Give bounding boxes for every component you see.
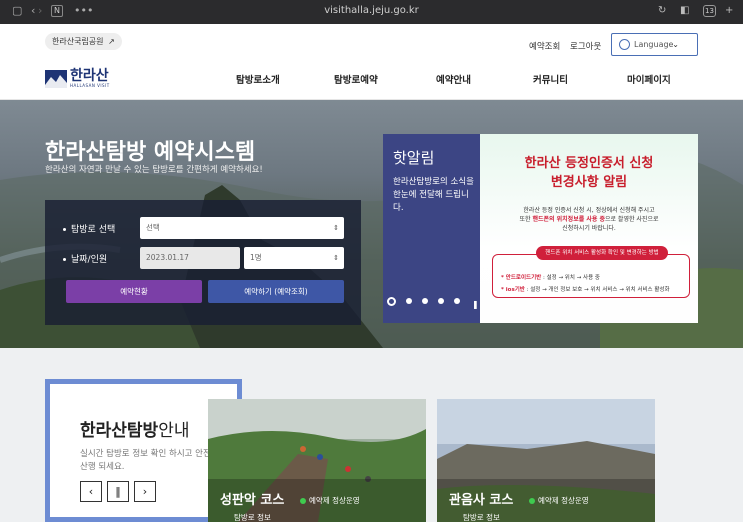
date-people-label: 날짜/인원 bbox=[63, 252, 107, 265]
select-arrows-icon: ⇕ bbox=[333, 224, 339, 232]
nav-mypage[interactable]: 마이페이지 bbox=[627, 72, 671, 86]
external-link-icon: ↗ bbox=[108, 37, 115, 46]
banner-instruction-box: * 안드로이드기반 : 설정 → 위치 → 사용 중 * ios기반 : 설정 … bbox=[492, 254, 690, 298]
banner-pill: 핸드폰 위치 서비스 활성화 확인 및 변경하는 방법 bbox=[536, 246, 668, 260]
people-value: 1명 bbox=[250, 253, 262, 262]
pager-dot[interactable] bbox=[406, 298, 412, 304]
banner-title-line1: 한라산 등정인증서 신청 bbox=[524, 156, 654, 171]
browser-toolbar: ▢ ‹ › N ••• visithalla.jeju.go.kr ↻ ◧ 13… bbox=[0, 0, 743, 24]
course-card-seongpanak[interactable]: 성판악 코스 예약제 정상운영 탐방로 정보 bbox=[208, 399, 426, 522]
prev-button[interactable]: ‹ bbox=[80, 481, 102, 502]
trail-select-label: 탐방로 선택 bbox=[63, 222, 115, 235]
notice-title: 핫알림 bbox=[393, 149, 435, 167]
banner-text-line1: 한라산 등정 인증서 신청 시, 정상에서 신청해 주시고 bbox=[523, 207, 655, 214]
status-dot-icon bbox=[529, 498, 535, 504]
split-view-icon[interactable]: ◧ bbox=[680, 5, 689, 16]
tab-count-icon[interactable]: 13 bbox=[703, 5, 716, 17]
date-field[interactable]: 2023.01.17 bbox=[140, 247, 240, 269]
date-value: 2023.01.17 bbox=[146, 253, 189, 262]
banner-text-line3: 신청하시기 바랍니다. bbox=[562, 225, 616, 232]
trail-select[interactable]: 선택 ⇕ bbox=[140, 217, 344, 239]
trail-guide-section: 한라산탐방안내 실시간 탐방로 정보 확인 하시고 안전한 산행 되세요. ‹ … bbox=[0, 348, 743, 522]
notice-description: 한라산탐방로의 소식을 한눈에 전달해 드립니다. bbox=[393, 177, 474, 213]
globe-icon bbox=[619, 39, 630, 50]
chevron-down-icon: ⌄ bbox=[672, 40, 679, 49]
national-park-label: 한라산국립공원 bbox=[52, 37, 104, 46]
nav-trail-reservation[interactable]: 탐방로예약 bbox=[334, 72, 378, 86]
pause-button[interactable]: ‖ bbox=[107, 481, 129, 502]
national-park-link[interactable]: 한라산국립공원 ↗ bbox=[45, 33, 122, 50]
reserve-button[interactable]: 예약하기 (예약조회) bbox=[208, 280, 344, 303]
select-arrows-icon: ⇕ bbox=[333, 254, 339, 262]
reservation-check-link[interactable]: 예약조회 bbox=[529, 40, 560, 52]
logout-link[interactable]: 로그아웃 bbox=[570, 40, 601, 52]
pager-dot[interactable] bbox=[387, 296, 396, 306]
banner-text-line2: 또한 핸드폰의 위치정보를 사용 중으로 촬영한 사진으로 bbox=[519, 216, 659, 223]
site-logo[interactable]: 한라산 HALLASAN VISIT bbox=[45, 68, 113, 90]
logo-subtext: HALLASAN VISIT bbox=[70, 83, 110, 88]
trail-select-value: 선택 bbox=[146, 223, 160, 232]
reload-icon[interactable]: ↻ bbox=[658, 5, 666, 16]
android-instruction: * 안드로이드기반 : 설정 → 위치 → 사용 중 bbox=[501, 275, 600, 281]
banner-title-line2: 변경사항 알림 bbox=[550, 175, 628, 190]
nav-community[interactable]: 커뮤니티 bbox=[533, 72, 568, 86]
notice-banner[interactable]: 한라산 등정인증서 신청 변경사항 알림 한라산 등정 인증서 신청 시, 정상… bbox=[480, 134, 698, 323]
course-status: 예약제 정상운영 bbox=[300, 495, 360, 506]
address-bar[interactable]: visithalla.jeju.go.kr bbox=[0, 5, 743, 16]
nav-reservation-guide[interactable]: 예약안내 bbox=[436, 72, 471, 86]
course-name: 성판악 코스 bbox=[220, 493, 285, 508]
banner-paragraph: 한라산 등정 인증서 신청 시, 정상에서 신청해 주시고 또한 핸드폰의 위치… bbox=[490, 206, 688, 233]
logo-text: 한라산 bbox=[70, 68, 109, 84]
pager-dot[interactable] bbox=[438, 298, 444, 304]
language-select[interactable]: Language ⌄ bbox=[611, 33, 698, 56]
next-button[interactable]: › bbox=[134, 481, 156, 502]
site-header: 한라산국립공원 ↗ 예약조회 로그아웃 Language ⌄ 한라산 HALLA… bbox=[0, 24, 743, 100]
course-card-gwaneumsa[interactable]: 관음사 코스 예약제 정상운영 탐방로 정보 bbox=[437, 399, 655, 522]
guide-title: 한라산탐방안내 bbox=[80, 421, 190, 441]
ios-instruction: * ios기반 : 설정 → 개인 정보 보호 → 위치 서비스 → 위치 서비… bbox=[501, 287, 670, 293]
course-name: 관음사 코스 bbox=[449, 493, 514, 508]
people-select[interactable]: 1명 ⇕ bbox=[244, 247, 344, 269]
course-status: 예약제 정상운영 bbox=[529, 495, 589, 506]
reservation-form: 탐방로 선택 선택 ⇕ 날짜/인원 2023.01.17 1명 ⇕ 예약현황 예… bbox=[45, 200, 361, 325]
nav-trail-intro[interactable]: 탐방로소개 bbox=[236, 72, 280, 86]
reservation-status-button[interactable]: 예약현황 bbox=[66, 280, 202, 303]
language-label: Language bbox=[634, 40, 674, 49]
pager-dot[interactable] bbox=[454, 298, 460, 304]
hot-notice-panel: 핫알림 한라산탐방로의 소식을 한눈에 전달해 드립니다. ❚❚ bbox=[383, 134, 485, 323]
course-more[interactable]: 탐방로 정보 bbox=[463, 512, 500, 522]
pager-dot[interactable] bbox=[422, 298, 428, 304]
guide-description: 실시간 탐방로 정보 확인 하시고 안전한 산행 되세요. bbox=[80, 449, 219, 472]
hero-section: 한라산탐방 예약시스템 한라산의 자연과 만날 수 있는 탐방로를 간편하게 예… bbox=[0, 100, 743, 348]
new-tab-icon[interactable]: + bbox=[725, 5, 733, 16]
status-dot-icon bbox=[300, 498, 306, 504]
hero-subtitle: 한라산의 자연과 만날 수 있는 탐방로를 간편하게 예약하세요! bbox=[45, 165, 263, 175]
course-more[interactable]: 탐방로 정보 bbox=[234, 512, 271, 522]
hero-title: 한라산탐방 예약시스템 bbox=[45, 140, 256, 165]
